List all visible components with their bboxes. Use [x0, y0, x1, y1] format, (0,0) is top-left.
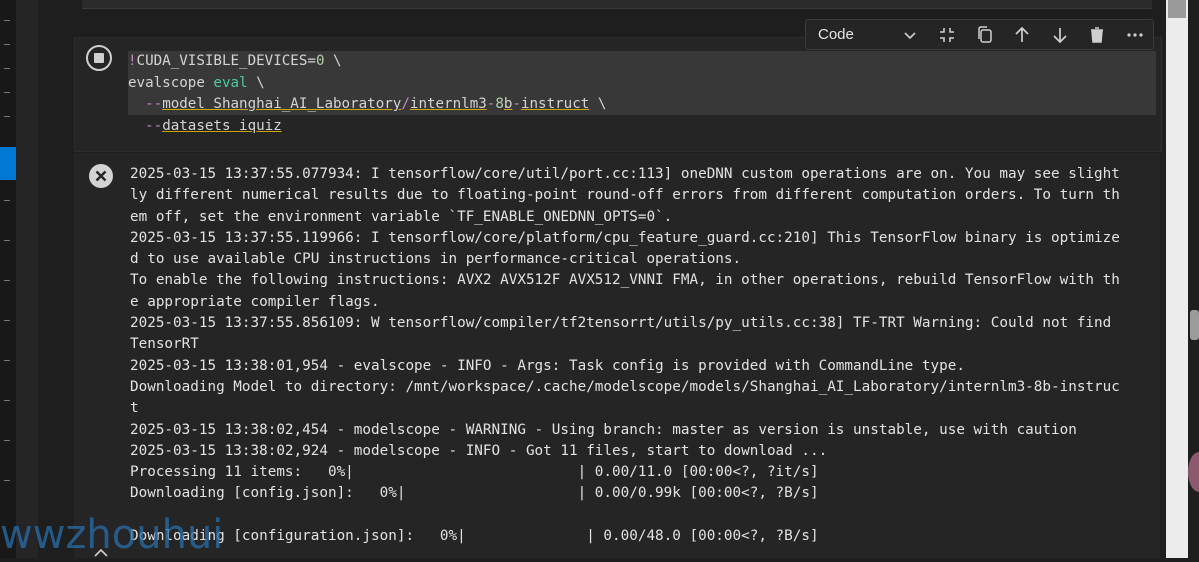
- code-token: internlm3: [409, 96, 487, 112]
- code-token: \: [247, 74, 265, 91]
- activity-tick: [4, 92, 10, 93]
- code-token: !: [128, 53, 137, 69]
- code-token: 8: [495, 96, 504, 112]
- delete-icon[interactable]: [1086, 24, 1108, 46]
- code-token: eval: [213, 74, 248, 91]
- output-line: 2025-03-15 13:38:02,454 - modelscope - W…: [130, 421, 1077, 438]
- code-token: /: [401, 96, 410, 112]
- cell-toolbar: Code: [805, 19, 1154, 50]
- activity-tick: [4, 280, 10, 281]
- activity-tick: [4, 68, 10, 69]
- activity-tick: [4, 116, 10, 117]
- activity-tick: [4, 200, 10, 201]
- code-token: CUDA_VISIBLE_DEVICES: [136, 53, 308, 69]
- code-token: --: [145, 96, 163, 112]
- collapse-icon[interactable]: [936, 24, 958, 46]
- resize-handle[interactable]: [1190, 310, 1199, 340]
- output-line: Downloading [configuration.json]: 0%| | …: [130, 528, 819, 545]
- activity-tick: [4, 400, 10, 401]
- output-text: 2025-03-15 13:37:55.077934: I tensorflow…: [130, 164, 1160, 547]
- activity-bar: [0, 0, 16, 558]
- chevron-up-icon[interactable]: [92, 545, 110, 558]
- code-line: !CUDA_VISIBLE_DEVICES=0 \: [128, 50, 342, 72]
- activity-tick: [4, 240, 10, 241]
- code-token: \: [324, 53, 342, 69]
- code-token: \: [589, 96, 607, 112]
- output-line: 2025-03-15 13:37:55.856109: W tensorflow…: [130, 315, 1112, 332]
- code-token: -: [512, 96, 521, 112]
- code-token: --: [145, 117, 163, 134]
- code-token: =: [307, 53, 316, 69]
- output-line: 2025-03-15 13:38:02,924 - modelscope - I…: [130, 442, 828, 459]
- cell-language-select[interactable]: Code: [818, 20, 854, 49]
- output-line: d to use available CPU instructions in p…: [130, 251, 742, 268]
- activity-tick: [4, 320, 10, 321]
- output-line: 2025-03-15 13:38:01,954 - evalscope - IN…: [130, 357, 965, 374]
- error-icon: [89, 164, 113, 188]
- code-token: model Shanghai_AI_Laboratory: [162, 96, 402, 112]
- output-line: TensorRT: [130, 336, 199, 353]
- copy-icon[interactable]: [974, 24, 996, 46]
- output-line: Processing 11 items: 0%| | 0.00/11.0 [00…: [130, 464, 819, 481]
- output-line: 2025-03-15 13:37:55.077934: I tensorflow…: [130, 166, 1120, 182]
- activity-tick: [4, 440, 10, 441]
- output-line: Downloading [config.json]: 0%| | 0.00/0.…: [130, 485, 819, 502]
- move-down-icon[interactable]: [1049, 24, 1071, 46]
- previous-cell[interactable]: [82, 0, 1152, 9]
- active-indicator[interactable]: [0, 147, 16, 180]
- code-line: --model Shanghai_AI_Laboratory/internlm3…: [128, 93, 606, 115]
- code-token: evalscope: [128, 74, 214, 91]
- more-icon[interactable]: [1124, 24, 1146, 46]
- notebook-gutter: [16, 0, 38, 558]
- output-line: To enable the following instructions: AV…: [130, 272, 1120, 289]
- output-line: 2025-03-15 13:37:55.119966: I tensorflow…: [130, 229, 1120, 246]
- output-line: e appropriate compiler flags.: [130, 293, 380, 310]
- watermark: wwzhouhui: [0, 512, 224, 558]
- scrollbar-thumb[interactable]: [1168, 0, 1186, 18]
- code-editor[interactable]: !CUDA_VISIBLE_DEVICES=0 \ evalscope eval …: [128, 50, 1156, 134]
- output-line: t: [130, 400, 139, 417]
- chevron-down-icon[interactable]: [899, 24, 921, 46]
- activity-tick: [4, 480, 10, 481]
- activity-tick: [4, 44, 10, 45]
- move-up-icon[interactable]: [1011, 24, 1033, 46]
- activity-tick: [4, 20, 10, 21]
- code-token: datasets iquiz: [162, 117, 282, 134]
- output-line: Downloading Model to directory: /mnt/wor…: [130, 378, 1120, 395]
- stop-execution-button[interactable]: [86, 45, 112, 71]
- scrollbar-track[interactable]: [1166, 0, 1188, 558]
- output-line: ly different numerical results due to fl…: [130, 187, 1120, 204]
- code-token: instruct: [520, 96, 590, 112]
- output-line: em off, set the environment variable `TF…: [130, 208, 673, 225]
- code-line: --datasets iquiz: [128, 115, 282, 137]
- activity-tick: [4, 360, 10, 361]
- code-line: evalscope eval \: [128, 72, 265, 94]
